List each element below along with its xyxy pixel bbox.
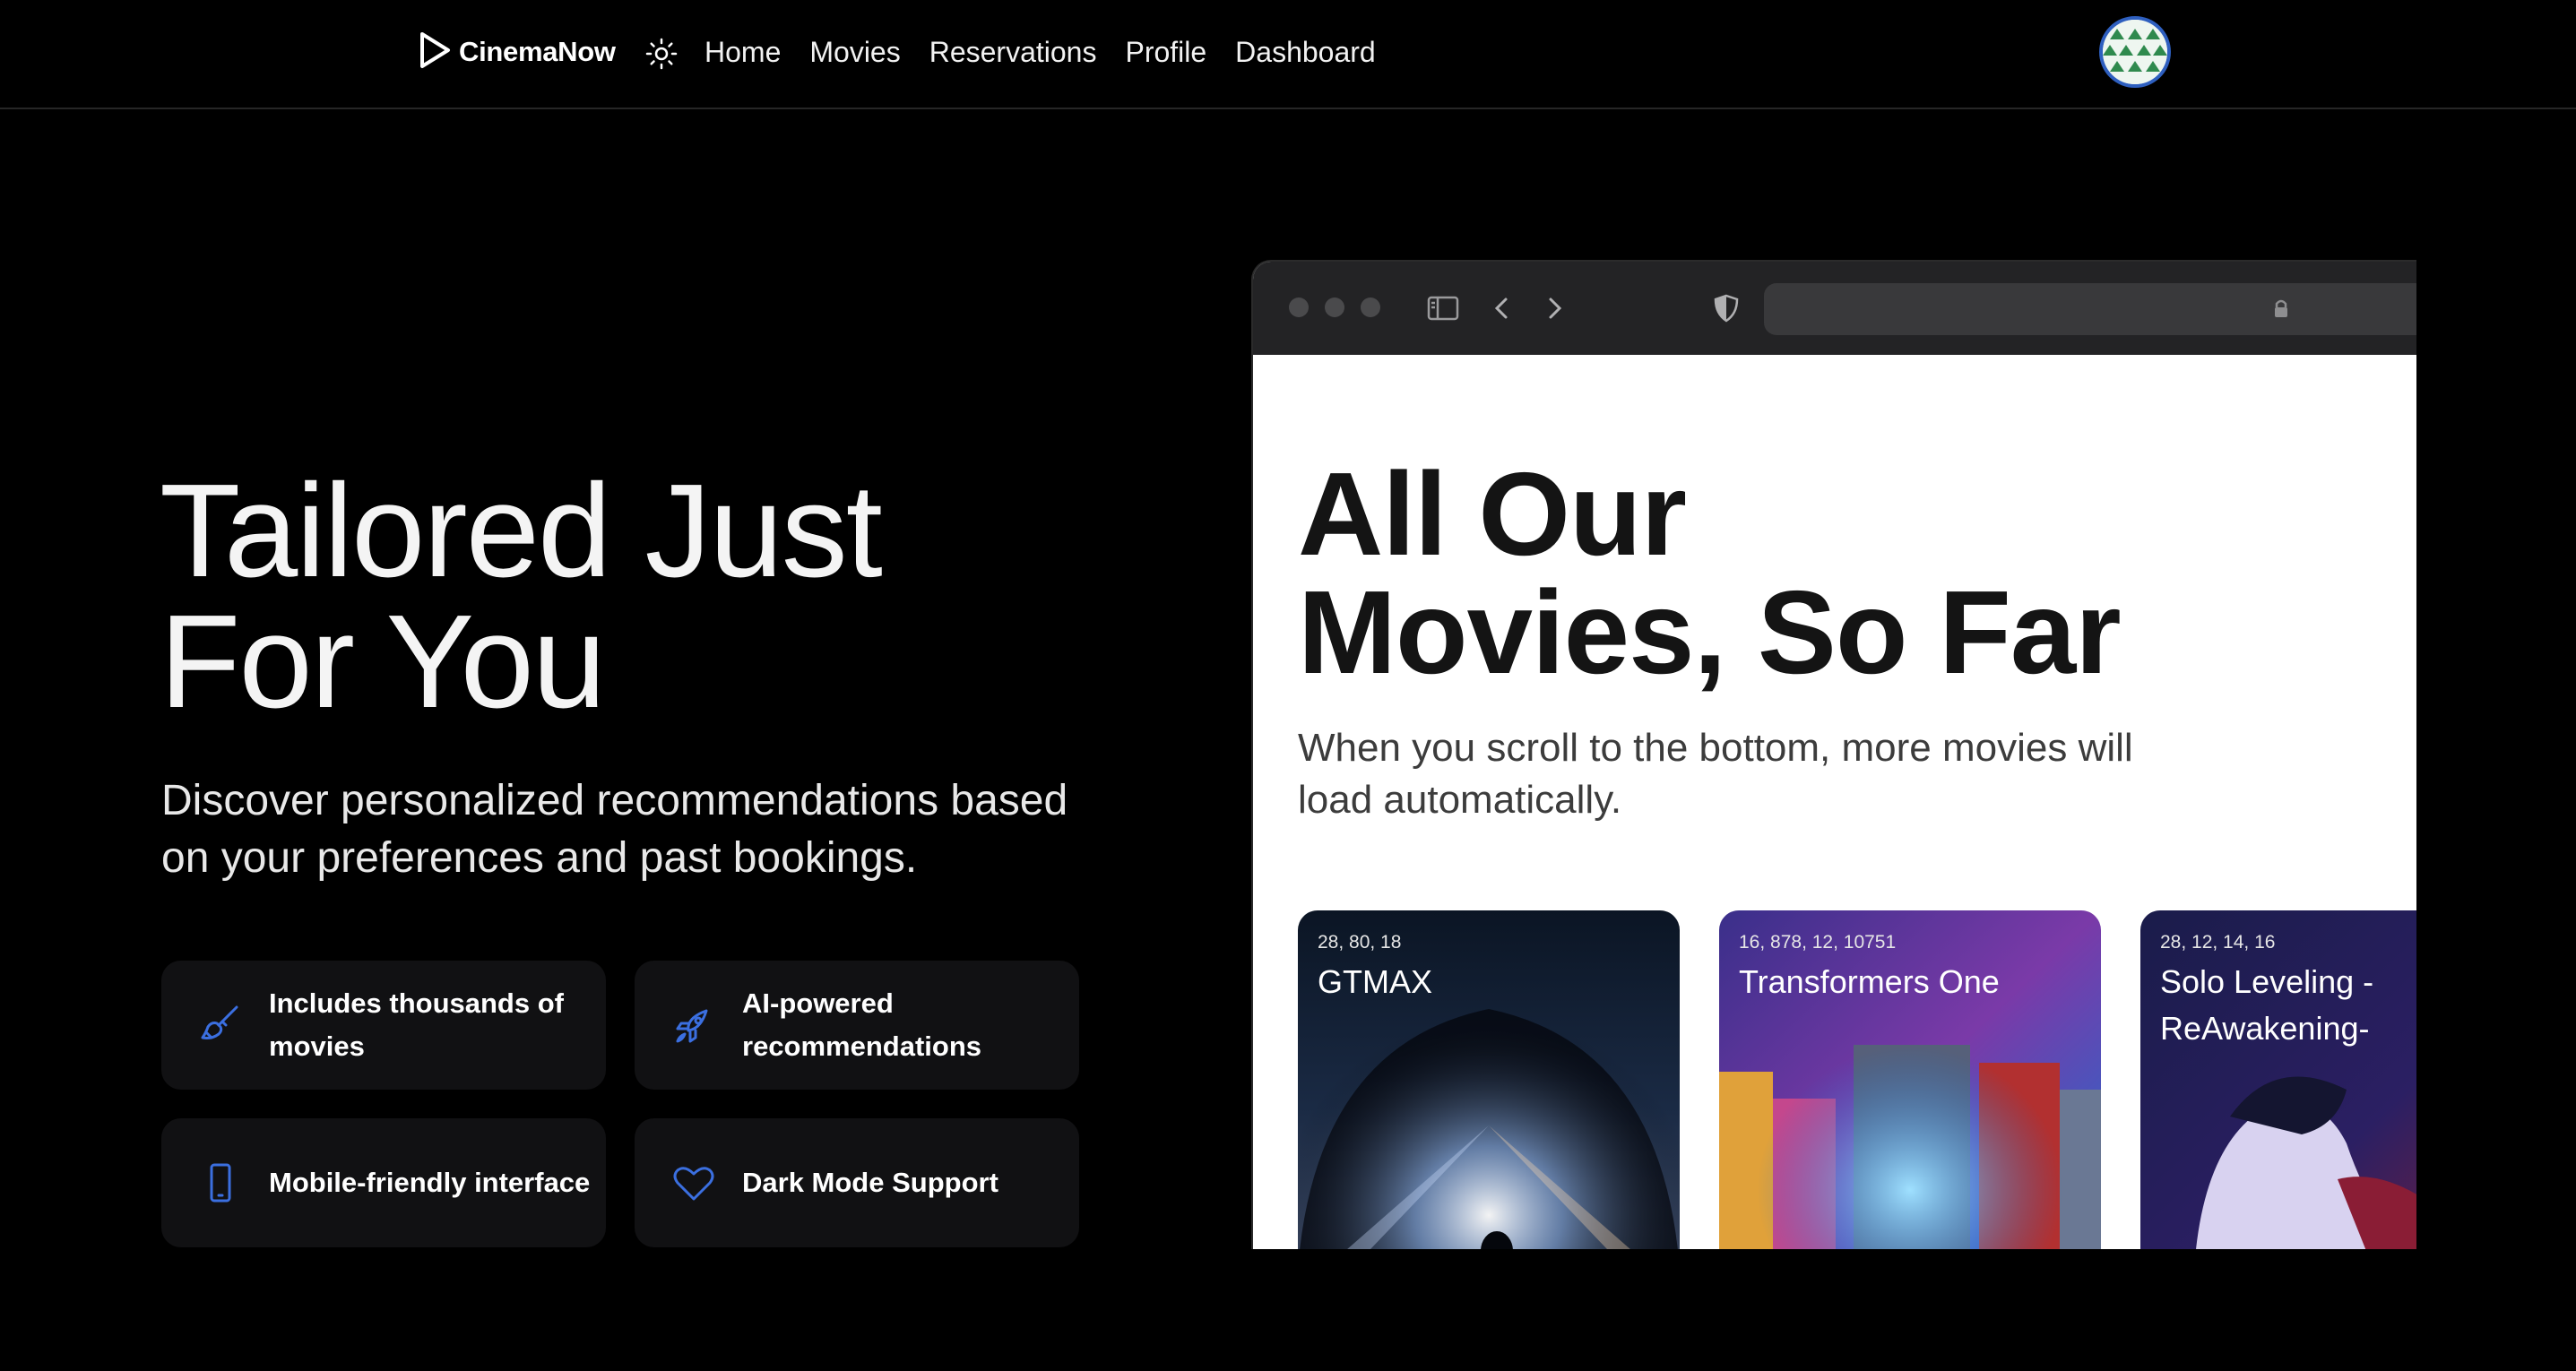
browser-preview: All Our Movies, So Far When you scroll t… [1251,260,2416,1249]
nav-link-home[interactable]: Home [705,36,781,69]
forward-icon[interactable] [1534,289,1574,328]
lock-icon [2266,294,2296,329]
movie-title: GTMAX [1318,963,1433,1000]
movies-page-title-line-1: All Our [1298,448,1687,580]
brand-logo-link[interactable]: CinemaNow [418,30,616,73]
nav-links: Home Movies Reservations Profile Dashboa… [705,30,1376,73]
brand-name: CinemaNow [459,36,616,67]
window-minimize-dot[interactable] [1325,297,1344,317]
rocket-icon [670,1002,717,1048]
movies-page-subtitle: When you scroll to the bottom, more movi… [1298,726,2133,822]
movie-genre-ids: 28, 80, 18 [1318,932,1402,953]
movie-genre-ids: 16, 878, 12, 10751 [1739,932,1897,953]
window-close-dot[interactable] [1289,297,1309,317]
movie-card[interactable]: 28, 80, 18 GTMAX [1298,910,1680,1249]
hero-title-line-1: Tailored Just [160,457,883,605]
back-icon[interactable] [1482,289,1522,328]
movie-genre-ids: 28, 12, 14, 16 [2160,932,2276,953]
user-avatar[interactable] [2099,16,2171,88]
heart-icon [670,1160,717,1206]
hero-subtitle: Discover personalized recommendations ba… [161,777,1068,882]
url-bar[interactable] [1764,283,2416,335]
preview-page: All Our Movies, So Far When you scroll t… [1253,355,2416,1249]
feature-label: Mobile-friendly interface [269,1167,591,1198]
feature-card-mobile-friendly: Mobile-friendly interface [161,1118,606,1247]
nav-link-reservations[interactable]: Reservations [929,36,1097,69]
movie-title: Transformers One [1739,963,2000,1000]
phone-icon [197,1160,244,1206]
hero-title: Tailored Just For You [160,465,1145,729]
nav-link-profile[interactable]: Profile [1125,36,1206,69]
feature-label: AI-powered recommendations [742,987,982,1062]
top-navbar: CinemaNow Home Movies Reservations Profi… [0,0,2576,109]
sidebar-toggle-icon[interactable] [1423,289,1463,328]
movies-page-title: All Our Movies, So Far [1298,455,2284,692]
play-icon [418,31,452,73]
movie-title: Solo Leveling - ReAwakening- [2160,963,2374,1047]
movies-page-title-line-2: Movies, So Far [1298,566,2122,698]
feature-label: Dark Mode Support [742,1167,998,1198]
nav-link-dashboard[interactable]: Dashboard [1235,36,1376,69]
browser-toolbar [1253,262,2416,355]
shield-icon[interactable] [1707,289,1746,328]
brush-icon [197,1002,244,1048]
window-maximize-dot[interactable] [1361,297,1380,317]
sun-icon[interactable] [645,38,678,70]
feature-card-dark-mode: Dark Mode Support [635,1118,1079,1247]
hero-title-line-2: For You [160,588,606,736]
feature-label: Includes thousands of movies [269,987,564,1062]
feature-card-thousands-movies: Includes thousands of movies [161,961,606,1090]
movie-card[interactable]: 28, 12, 14, 16 Solo Leveling - ReAwakeni… [2140,910,2416,1249]
nav-link-movies[interactable]: Movies [809,36,900,69]
movie-card[interactable]: 16, 878, 12, 10751 Transformers One [1719,910,2101,1249]
feature-card-ai-recommendations: AI-powered recommendations [635,961,1079,1090]
